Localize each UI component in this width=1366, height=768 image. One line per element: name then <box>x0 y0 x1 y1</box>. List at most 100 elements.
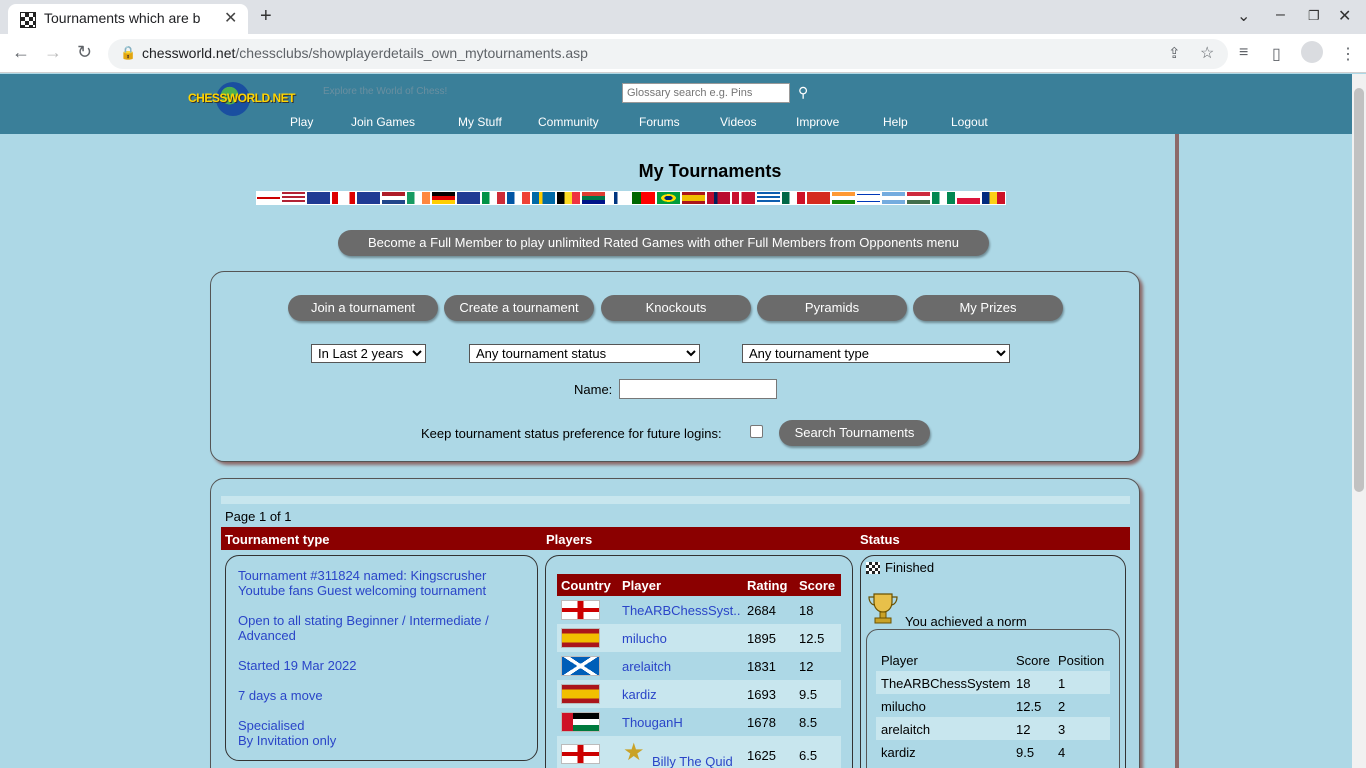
nav-logout[interactable]: Logout <box>951 115 988 129</box>
language-flags <box>256 191 1056 205</box>
menu-icon[interactable]: ⋮ <box>1340 44 1356 64</box>
new-tab-icon[interactable]: + <box>260 5 272 28</box>
player-rating: 1831 <box>747 659 776 674</box>
flag-israel-icon[interactable] <box>856 191 881 205</box>
player-row: ThouganH 1678 8.5 <box>557 708 841 736</box>
browser-tab[interactable]: Tournaments which are b ✕ <box>8 4 248 34</box>
flag-argentina-icon[interactable] <box>881 191 906 205</box>
tournament-open-line2[interactable]: Advanced <box>238 628 296 643</box>
nav-forums[interactable]: Forums <box>639 115 680 129</box>
scrollbar-thumb[interactable] <box>1354 88 1364 492</box>
nav-videos[interactable]: Videos <box>720 115 756 129</box>
tournament-name-line1[interactable]: Tournament #311824 named: Kingscrusher <box>238 568 486 583</box>
tournament-name-line2[interactable]: Youtube fans Guest welcoming tournament <box>238 583 486 598</box>
tournament-invitation[interactable]: By Invitation only <box>238 733 336 748</box>
flag-switzerland-icon[interactable] <box>806 191 831 205</box>
my-prizes-button[interactable]: My Prizes <box>913 295 1063 321</box>
nav-community[interactable]: Community <box>538 115 599 129</box>
nav-improve[interactable]: Improve <box>796 115 839 129</box>
nav-play[interactable]: Play <box>290 115 313 129</box>
browser-tab-strip: Tournaments which are b ✕ + ⌄ – ❐ ✕ <box>0 0 1366 34</box>
flag-nigeria-icon[interactable] <box>931 191 956 205</box>
flag-sweden-icon[interactable] <box>531 191 556 205</box>
restore-icon[interactable]: ❐ <box>1308 8 1320 24</box>
standings-player: milucho <box>881 699 926 714</box>
close-window-icon[interactable]: ✕ <box>1338 6 1351 26</box>
name-label: Name: <box>574 382 613 397</box>
flag-newzealand-icon[interactable] <box>456 191 481 205</box>
reload-icon[interactable]: ↻ <box>77 42 92 63</box>
flag-germany-icon[interactable] <box>431 191 456 205</box>
player-name[interactable]: kardiz <box>622 687 742 702</box>
search-icon[interactable]: ⚲ <box>798 84 808 101</box>
nav-join-games[interactable]: Join Games <box>351 115 415 129</box>
flag-usa-icon[interactable] <box>281 191 306 205</box>
flag-mexico-icon[interactable] <box>781 191 806 205</box>
flag-uk-icon[interactable] <box>306 191 331 205</box>
pyramids-button[interactable]: Pyramids <box>757 295 907 321</box>
player-name[interactable]: ThouganH <box>622 715 742 730</box>
tournament-started[interactable]: Started 19 Mar 2022 <box>238 658 357 673</box>
standings-col-player: Player <box>881 653 918 668</box>
media-icon[interactable]: ≡ <box>1239 44 1248 62</box>
close-tab-icon[interactable]: ✕ <box>224 8 237 28</box>
nav-help[interactable]: Help <box>883 115 908 129</box>
flag-netherlands-icon[interactable] <box>381 191 406 205</box>
tournament-speed[interactable]: 7 days a move <box>238 688 323 703</box>
flag-italy-icon[interactable] <box>481 191 506 205</box>
knockouts-button[interactable]: Knockouts <box>601 295 751 321</box>
star-icon[interactable]: ☆ <box>1200 43 1214 63</box>
tournament-specialised[interactable]: Specialised <box>238 718 305 733</box>
minimize-icon[interactable]: – <box>1276 6 1285 24</box>
flag-southafrica-icon[interactable] <box>581 191 606 205</box>
nav-my-stuff[interactable]: My Stuff <box>458 115 502 129</box>
lock-icon[interactable]: 🔒 <box>120 45 136 61</box>
flag-belgium-icon[interactable] <box>556 191 581 205</box>
status-select[interactable]: Any tournament status <box>469 344 700 363</box>
tournament-open-line1[interactable]: Open to all stating Beginner / Intermedi… <box>238 613 489 628</box>
flag-hungary-icon[interactable] <box>906 191 931 205</box>
player-score: 18 <box>799 603 814 618</box>
join-tournament-button[interactable]: Join a tournament <box>288 295 438 321</box>
become-member-button[interactable]: Become a Full Member to play unlimited R… <box>338 230 989 256</box>
flag-england-icon[interactable] <box>256 191 281 205</box>
flag-brazil-icon[interactable] <box>656 191 681 205</box>
share-icon[interactable]: ⇪ <box>1168 44 1181 62</box>
forward-icon[interactable]: → <box>44 42 62 63</box>
glossary-search-input[interactable] <box>622 83 790 103</box>
flag-finland-icon[interactable] <box>606 191 631 205</box>
player-name[interactable]: milucho <box>622 631 742 646</box>
search-tournaments-button[interactable]: Search Tournaments <box>779 420 930 446</box>
standings-col-score: Score <box>1016 653 1050 668</box>
back-icon[interactable]: ← <box>12 42 30 63</box>
flag-denmark-icon[interactable] <box>731 191 756 205</box>
player-rating: 1693 <box>747 687 776 702</box>
tab-title: Tournaments which are b <box>44 10 201 26</box>
flag-india-icon[interactable] <box>831 191 856 205</box>
flag-france-icon[interactable] <box>506 191 531 205</box>
chessworld-logo[interactable]: CHESSWORLD.NET <box>188 82 296 116</box>
flag-poland-icon[interactable] <box>956 191 981 205</box>
profile-icon[interactable] <box>1301 41 1323 63</box>
flag-ireland-icon[interactable] <box>406 191 431 205</box>
flag-canada-icon[interactable] <box>331 191 356 205</box>
flag-romania-icon[interactable] <box>981 191 1006 205</box>
player-rating: 1895 <box>747 631 776 646</box>
flag-portugal-icon[interactable] <box>631 191 656 205</box>
sidepanel-icon[interactable]: ▯ <box>1272 44 1281 64</box>
address-bar[interactable]: 🔒 chessworld.net/chessclubs/showplayerde… <box>108 39 1228 69</box>
flag-australia-icon[interactable] <box>356 191 381 205</box>
keep-preference-checkbox[interactable] <box>750 425 763 438</box>
create-tournament-button[interactable]: Create a tournament <box>444 295 594 321</box>
flag-spain-icon[interactable] <box>681 191 706 205</box>
flag-greece-icon[interactable] <box>756 191 781 205</box>
players-col-country: Country <box>561 578 611 593</box>
player-name[interactable]: arelaitch <box>622 659 742 674</box>
tab-search-icon[interactable]: ⌄ <box>1237 6 1250 26</box>
name-input[interactable] <box>619 379 777 399</box>
player-name[interactable]: TheARBChessSyst.. <box>622 603 742 618</box>
type-select[interactable]: Any tournament type <box>742 344 1010 363</box>
url-text[interactable]: chessworld.net/chessclubs/showplayerdeta… <box>142 45 588 61</box>
flag-norway-icon[interactable] <box>706 191 731 205</box>
period-select[interactable]: In Last 2 years <box>311 344 426 363</box>
